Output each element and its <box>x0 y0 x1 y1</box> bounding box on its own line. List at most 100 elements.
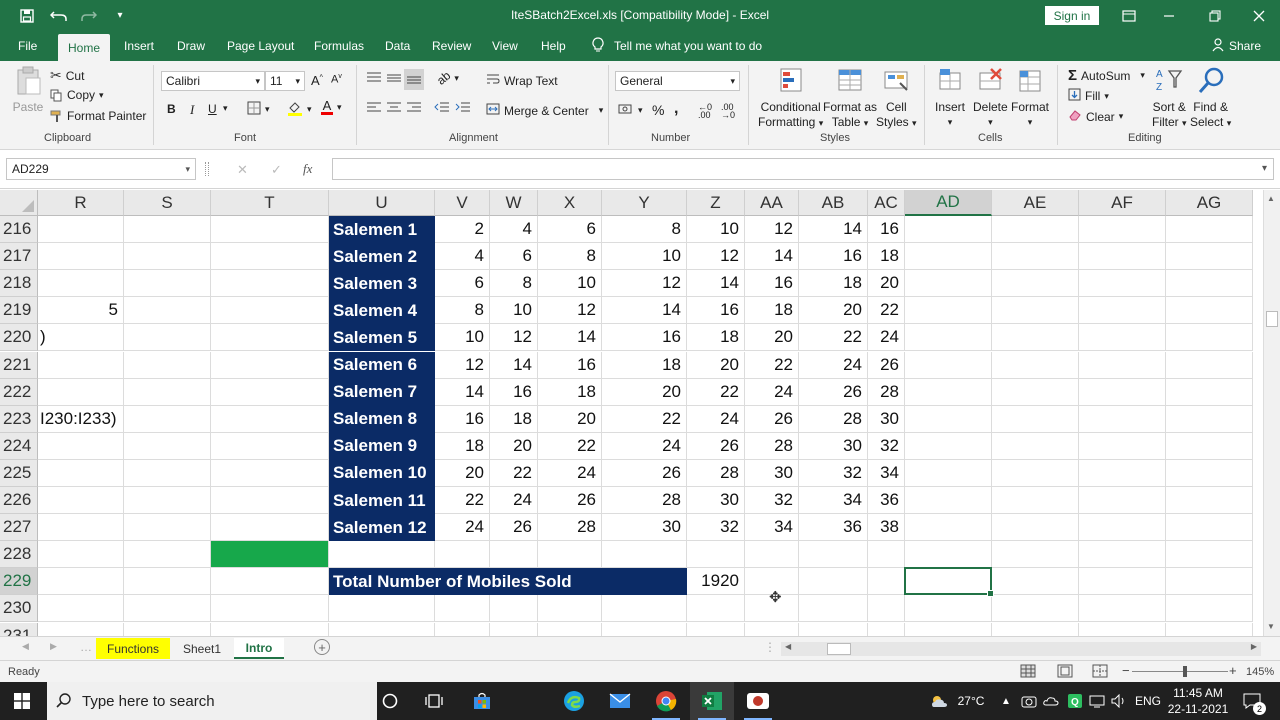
salesman-label-cell[interactable]: Salemen 9 <box>329 432 435 460</box>
delete-cells-button[interactable]: Delete ▾ <box>973 65 1008 130</box>
column-header-r[interactable]: R <box>38 190 124 216</box>
cell[interactable] <box>992 351 1079 379</box>
cell[interactable] <box>992 514 1079 542</box>
salesman-label-cell[interactable]: Salemen 2 <box>329 243 435 271</box>
cell[interactable] <box>38 270 124 298</box>
borders-button[interactable]: ▾ <box>247 101 270 118</box>
cell[interactable] <box>435 622 490 636</box>
cell[interactable] <box>992 541 1079 569</box>
sales-value-cell[interactable]: 8 <box>435 297 490 325</box>
tab-formulas[interactable]: Formulas <box>314 31 364 61</box>
number-format-combo[interactable]: General ▾ <box>615 71 740 91</box>
expand-formula-icon[interactable]: ▾ <box>1262 163 1267 174</box>
cell[interactable] <box>1166 568 1253 596</box>
onedrive-icon[interactable] <box>1040 682 1062 720</box>
cell[interactable] <box>38 568 124 596</box>
tab-help[interactable]: Help <box>541 31 566 61</box>
sales-value-cell[interactable]: 14 <box>490 351 538 379</box>
align-left-button[interactable] <box>366 101 382 118</box>
tab-file[interactable]: File <box>18 31 37 61</box>
cell[interactable] <box>992 432 1079 460</box>
sales-value-cell[interactable]: 24 <box>799 351 868 379</box>
cell[interactable] <box>1079 459 1166 487</box>
sales-value-cell[interactable]: 24 <box>435 514 490 542</box>
row-header-216[interactable]: 216 <box>0 216 38 244</box>
tell-me-box[interactable]: Tell me what you want to do <box>592 31 762 61</box>
highlighted-cell[interactable] <box>211 541 329 569</box>
cell[interactable] <box>799 622 868 636</box>
sheet-tab-intro[interactable]: Intro <box>234 638 284 659</box>
cell[interactable] <box>435 541 490 569</box>
row-header-220[interactable]: 220 <box>0 324 38 352</box>
active-cell-outline[interactable] <box>904 567 994 598</box>
cell[interactable] <box>905 432 992 460</box>
cell[interactable] <box>1166 514 1253 542</box>
cell[interactable] <box>124 405 211 433</box>
sales-value-cell[interactable]: 22 <box>490 459 538 487</box>
cell[interactable] <box>687 595 745 623</box>
store-icon[interactable] <box>460 682 504 720</box>
sales-value-cell[interactable]: 28 <box>868 378 905 406</box>
mail-icon[interactable] <box>598 682 642 720</box>
cell[interactable] <box>1079 216 1166 244</box>
zoom-in-icon[interactable]: + <box>1229 663 1237 678</box>
format-painter-button[interactable]: Format Painter <box>50 109 146 123</box>
sales-value-cell[interactable]: 20 <box>687 351 745 379</box>
cell[interactable] <box>124 487 211 515</box>
fill-color-button[interactable]: ▾ <box>287 100 312 119</box>
format-as-table-button[interactable]: Format as Table ▾ <box>823 65 877 131</box>
salesman-label-cell[interactable]: Salemen 1 <box>329 216 435 244</box>
cell[interactable] <box>211 459 329 487</box>
sales-value-cell[interactable]: 38 <box>868 514 905 542</box>
sales-value-cell[interactable]: 36 <box>868 487 905 515</box>
cell[interactable] <box>868 568 905 596</box>
cancel-edit-icon[interactable]: ✕ <box>237 162 248 178</box>
cell[interactable] <box>905 459 992 487</box>
cell[interactable] <box>211 216 329 244</box>
increase-indent-button[interactable] <box>455 101 471 118</box>
cell[interactable] <box>992 270 1079 298</box>
sales-value-cell[interactable]: 30 <box>868 405 905 433</box>
paste-button[interactable]: Paste <box>12 65 44 115</box>
cell[interactable] <box>329 622 435 636</box>
minimize-icon[interactable] <box>1146 0 1192 31</box>
cell[interactable] <box>38 595 124 623</box>
cell[interactable] <box>124 243 211 271</box>
sales-value-cell[interactable]: 32 <box>799 459 868 487</box>
bold-button[interactable]: B <box>167 102 176 116</box>
cell[interactable] <box>745 622 799 636</box>
vertical-scrollbar[interactable]: ▲ ▼ <box>1263 190 1280 636</box>
sales-value-cell[interactable]: 20 <box>538 405 602 433</box>
sales-value-cell[interactable]: 4 <box>435 243 490 271</box>
page-break-view-icon[interactable] <box>1092 664 1108 681</box>
row-header-221[interactable]: 221 <box>0 351 38 379</box>
show-hidden-icons-icon[interactable]: ▲ <box>998 682 1014 720</box>
cell[interactable] <box>1166 432 1253 460</box>
row-header-227[interactable]: 227 <box>0 514 38 542</box>
prev-sheet-icon[interactable]: ◀ <box>22 641 29 652</box>
scroll-down-icon[interactable]: ▼ <box>1267 622 1275 631</box>
column-header-ab[interactable]: AB <box>799 190 868 216</box>
cell[interactable] <box>905 324 992 352</box>
cell[interactable] <box>538 622 602 636</box>
sales-value-cell[interactable]: 30 <box>602 514 687 542</box>
sales-value-cell[interactable]: 18 <box>687 324 745 352</box>
cell[interactable] <box>124 622 211 636</box>
zoom-slider[interactable] <box>1132 671 1228 672</box>
conditional-formatting-button[interactable]: Conditional Formatting ▾ <box>758 65 823 131</box>
sign-in-button[interactable]: Sign in <box>1045 6 1099 25</box>
horizontal-scrollbar[interactable]: ◀ ▶ <box>781 642 1261 656</box>
sales-value-cell[interactable]: 24 <box>687 405 745 433</box>
sales-value-cell[interactable]: 22 <box>868 297 905 325</box>
cell[interactable] <box>124 351 211 379</box>
salesman-label-cell[interactable]: Salemen 3 <box>329 270 435 298</box>
cell[interactable] <box>38 514 124 542</box>
insert-function-icon[interactable]: fx <box>303 161 312 177</box>
next-sheet-icon[interactable]: ▶ <box>50 641 57 652</box>
tab-draw[interactable]: Draw <box>177 31 205 61</box>
horizontal-scroll-thumb[interactable] <box>827 643 851 655</box>
cell[interactable] <box>124 297 211 325</box>
cell[interactable] <box>992 487 1079 515</box>
screen-recorder-icon[interactable] <box>736 682 780 720</box>
camera-app-icon[interactable] <box>1018 682 1040 720</box>
